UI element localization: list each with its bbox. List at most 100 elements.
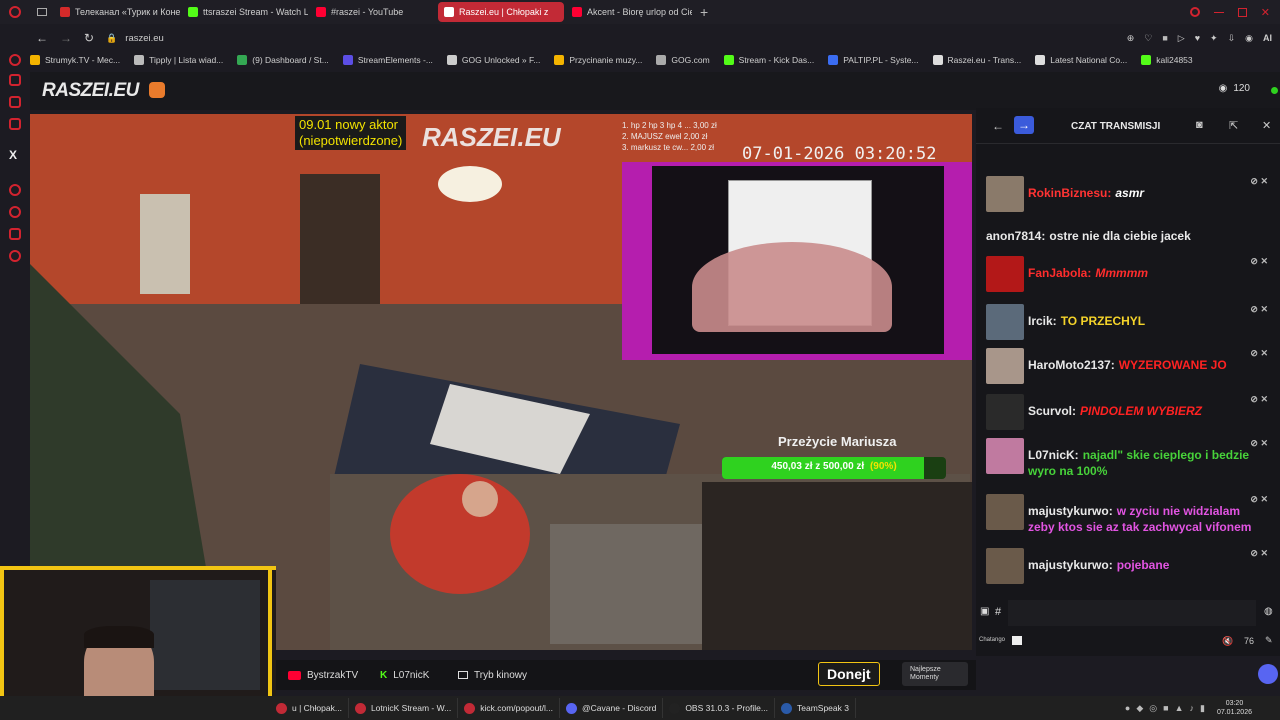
chat-back-icon[interactable]: ← [992,119,1004,133]
chat-username[interactable]: HaroMoto2137: [1028,358,1115,372]
cinema-mode-button[interactable]: Tryb kinowy [450,664,535,686]
taskbar-item-3[interactable]: @Cavane - Discord [560,698,664,718]
chat-forward-button[interactable]: → [1014,116,1034,134]
shield-icon[interactable]: ■ [1162,33,1167,43]
message-moderation-icon[interactable]: ⊘ ✕ [1250,176,1268,187]
taskbar-item-1[interactable]: LotnicK Stream - W... [349,698,459,718]
chat-username[interactable]: RokinBiznesu: [1028,186,1111,200]
chat-username[interactable]: majustykurwo: [1028,558,1113,572]
tray-icon-5[interactable]: ▲ [1175,703,1184,714]
search-tabs-icon[interactable] [1189,7,1200,17]
avatar[interactable] [986,348,1024,384]
camera-icon[interactable]: ▣ [980,606,989,617]
mic-icon[interactable]: ▮ [1200,703,1205,714]
best-moments-button[interactable]: Najlepsze Momenty [902,662,968,686]
tray-icons[interactable]: ● ◆ ◎ ■ ▲ ♪ ▮ [1125,703,1205,714]
avatar[interactable] [986,548,1024,584]
mute-icon[interactable]: 🔇 [1222,636,1233,647]
tab-4[interactable]: Akcent - Biorę urlop od Cie [566,2,692,22]
messenger-icon[interactable] [9,96,21,108]
minimize-button[interactable] [1213,11,1224,13]
download-icon[interactable]: ⇩ [1228,33,1236,44]
notification-icon[interactable] [149,82,165,98]
settings-small-icon[interactable]: ✎ [1265,635,1273,646]
forward-icon[interactable]: → [60,31,72,45]
tab-0[interactable]: Телеканал «Турик и Коне [54,2,180,22]
aria-icon[interactable] [9,54,21,66]
x-icon[interactable]: X [9,148,17,162]
lotnick-button[interactable]: K L07nicK [372,664,437,686]
back-icon[interactable]: ← [36,31,48,45]
tab-menu-icon[interactable] [30,2,54,22]
taskbar-item-2[interactable]: kick.com/popout/l... [458,698,561,718]
avatar[interactable] [986,394,1024,430]
donate-button[interactable]: Donejt [818,662,880,686]
reload-icon[interactable]: ↻ [84,31,94,45]
bookmark-6[interactable]: GOG.com [656,55,710,65]
opera-logo-icon[interactable] [0,0,30,24]
chat-username[interactable]: L07nicK: [1028,448,1079,462]
profile-icon[interactable]: ◉ [1245,33,1253,44]
taskbar-item-5[interactable]: TeamSpeak 3 [775,698,856,718]
discord-float-icon[interactable] [1258,664,1278,684]
bookmark-icon[interactable]: ♡ [1144,33,1152,44]
tab-3[interactable]: Raszei.eu | Chłopaki z [438,2,564,22]
tray-icon-1[interactable]: ● [1125,703,1130,714]
heart-icon[interactable]: ♥ [1195,33,1200,43]
popout-icon[interactable]: ⇱ [1229,119,1238,132]
hash-icon[interactable]: # [995,606,1001,618]
clock[interactable]: 03:20 07.01.2026 [1217,699,1252,717]
message-moderation-icon[interactable]: ⊘ ✕ [1250,394,1268,405]
tab-2[interactable]: #raszei - YouTube [310,2,436,22]
chatango-label[interactable]: Chatango [979,637,1005,643]
speaker-icon[interactable]: ♪ [1190,703,1195,714]
instagram-icon[interactable] [9,118,21,130]
chat-username[interactable]: majustykurwo: [1028,504,1113,518]
message-moderation-icon[interactable]: ⊘ ✕ [1250,256,1268,267]
message-moderation-icon[interactable]: ⊘ ✕ [1250,304,1268,315]
bookmark-4[interactable]: GOG Unlocked » F... [446,55,540,65]
bookmark-5[interactable]: Przycinanie muzy... [554,55,642,65]
chat-username[interactable]: FanJabola: [1028,266,1091,280]
taskbar-item-4[interactable]: OBS 31.0.3 - Profile... [663,698,775,718]
message-moderation-icon[interactable]: ⊘ ✕ [1250,494,1268,505]
bookmark-7[interactable]: Stream - Kick Das... [723,55,814,65]
avatar[interactable] [986,438,1024,474]
bookmark-9[interactable]: Raszei.eu - Trans... [932,55,1021,65]
message-moderation-icon[interactable]: ⊘ ✕ [1250,348,1268,359]
bookmark-8[interactable]: PALTIP.PL - Syste... [828,55,919,65]
bookmark-3[interactable]: StreamElements -... [342,55,433,65]
maximize-button[interactable] [1237,7,1247,17]
avatar[interactable] [986,494,1024,530]
close-window-button[interactable]: ✕ [1261,6,1270,19]
message-moderation-icon[interactable]: ⊘ ✕ [1250,438,1268,449]
chat-username[interactable]: Ircik: [1028,314,1057,328]
emoji-icon[interactable]: ◍ [1264,606,1273,617]
bag-icon[interactable] [9,74,21,86]
discord-icon[interactable]: ◙ [1196,119,1203,131]
play-icon[interactable]: ▷ [1178,33,1185,44]
tab-1[interactable]: ttsraszei Stream - Watch Li [182,2,308,22]
chat-close-icon[interactable]: ✕ [1262,119,1271,132]
site-logo[interactable]: RASZEI.EU [42,80,139,102]
chat-username[interactable]: anon7814: [986,229,1045,243]
bookmark-1[interactable]: Tipply | Lista wiad... [134,55,223,65]
address-text[interactable]: raszei.eu [125,33,164,44]
tray-icon-3[interactable]: ◎ [1149,703,1157,714]
bookmark-0[interactable]: Strumyk.TV - Mec... [30,55,120,65]
bookmark-11[interactable]: kali24853 [1141,55,1193,65]
new-tab-button[interactable]: + [700,4,708,20]
avatar[interactable] [986,256,1024,292]
bystrzak-button[interactable]: BystrzakTV [280,664,366,686]
zoom-icon[interactable]: ⊕ [1127,33,1135,44]
chat-input[interactable] [1008,600,1256,626]
bookmark-10[interactable]: Latest National Co... [1035,55,1127,65]
taskbar-item-0[interactable]: u | Chłopak... [270,698,349,718]
ai-button[interactable]: AI [1263,33,1272,43]
bookmark-2[interactable]: (9) Dashboard / St... [237,55,329,65]
avatar[interactable] [986,176,1024,212]
tray-icon-2[interactable]: ◆ [1136,703,1143,714]
pinboard-icon[interactable] [9,228,21,240]
tray-icon-4[interactable]: ■ [1163,703,1168,714]
history-icon[interactable] [9,206,21,218]
